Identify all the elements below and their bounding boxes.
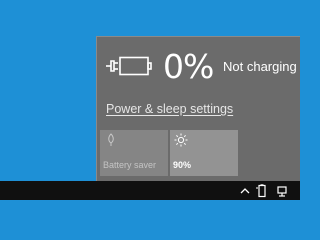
- chevron-up-icon[interactable]: [238, 184, 252, 198]
- plug-battery-icon: [106, 56, 152, 76]
- brightness-icon: [174, 133, 188, 147]
- battery-flyout: 0% Not charging Power & sleep settings B…: [96, 36, 300, 181]
- battery-percentage: 0%: [163, 47, 214, 86]
- network-icon[interactable]: [276, 184, 290, 198]
- taskbar: [0, 181, 300, 200]
- battery-saver-icon: [108, 133, 114, 146]
- brightness-label: 90%: [173, 160, 192, 170]
- brightness-tile[interactable]: 90%: [170, 130, 238, 176]
- power-sleep-settings-link[interactable]: Power & sleep settings: [106, 102, 233, 116]
- charge-status: Not charging: [223, 59, 297, 74]
- battery-saver-tile[interactable]: Battery saver: [100, 130, 168, 176]
- battery-saver-label: Battery saver: [103, 160, 157, 170]
- battery-icon[interactable]: [255, 184, 269, 198]
